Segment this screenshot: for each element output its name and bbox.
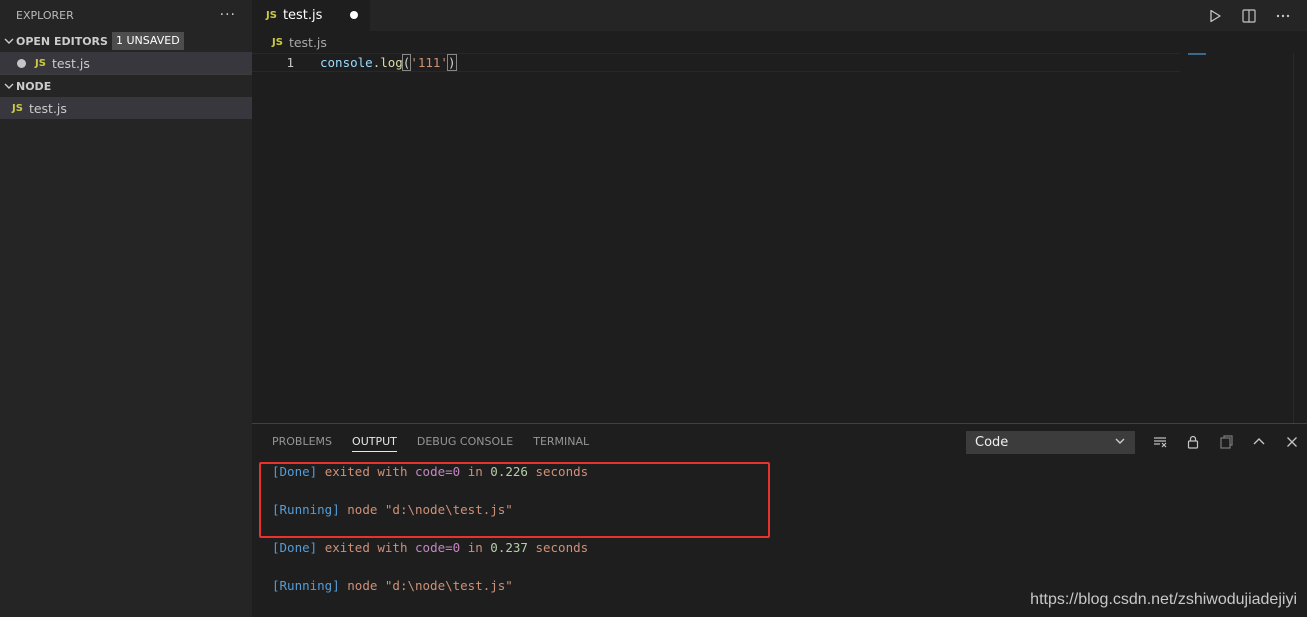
log-exit-code: code=0: [415, 540, 461, 555]
open-editors-label: OPEN EDITORS: [16, 34, 108, 48]
tab-debug-console[interactable]: DEBUG CONSOLE: [417, 424, 513, 459]
line-number: 1: [286, 55, 294, 70]
editor-actions: [1203, 0, 1307, 31]
code-line[interactable]: 1 console.log('111'): [252, 53, 1180, 72]
output-channel-select[interactable]: Code: [966, 431, 1135, 454]
breadcrumb[interactable]: JS test.js: [252, 31, 1307, 53]
token-string: '111': [410, 55, 448, 70]
tab-terminal[interactable]: TERMINAL: [533, 424, 589, 459]
output-line: [Running] node "d:\node\test.js": [272, 577, 513, 595]
open-editors-section[interactable]: OPEN EDITORS 1 UNSAVED: [0, 30, 252, 52]
log-status: [Done]: [272, 464, 318, 479]
code-text[interactable]: console.log('111'): [320, 54, 457, 71]
lock-icon[interactable]: [1181, 430, 1205, 454]
log-text: exited with: [324, 540, 408, 555]
log-command: node "d:\node\test.js": [347, 502, 513, 517]
unsaved-dot-icon[interactable]: [17, 58, 26, 68]
file-tree-filename: test.js: [28, 100, 67, 116]
explorer-title: EXPLORER: [16, 8, 74, 22]
code-editor[interactable]: 1 console.log('111'): [252, 53, 1307, 423]
breadcrumb-file[interactable]: test.js: [289, 35, 327, 50]
file-tree-item[interactable]: JS test.js: [0, 97, 252, 119]
js-file-icon: JS: [12, 102, 23, 114]
js-file-icon: JS: [35, 57, 46, 69]
editor-tab-test-js[interactable]: JS test.js: [252, 0, 370, 31]
chevron-down-icon: [1114, 435, 1126, 451]
explorer-header: EXPLORER ···: [0, 0, 252, 30]
log-duration: 0.226: [490, 464, 528, 479]
log-status: [Running]: [272, 578, 340, 593]
log-text: in: [467, 464, 483, 479]
tab-problems[interactable]: PROBLEMS: [272, 424, 332, 459]
panel-actions: [1148, 430, 1304, 454]
unsaved-badge: 1 UNSAVED: [111, 32, 184, 50]
more-actions-icon[interactable]: ···: [220, 7, 236, 23]
log-command: node "d:\node\test.js": [347, 578, 513, 593]
editor-tab-bar: JS test.js: [252, 0, 1307, 31]
bottom-panel: PROBLEMS OUTPUT DEBUG CONSOLE TERMINAL C…: [252, 423, 1307, 617]
open-editor-filename: test.js: [51, 55, 90, 71]
log-status: [Running]: [272, 502, 340, 517]
output-line: [Done] exited with code=0 in 0.226 secon…: [272, 463, 588, 481]
editor-scrollbar[interactable]: [1293, 53, 1307, 423]
chevron-down-icon: [2, 36, 16, 46]
log-text: seconds: [535, 540, 589, 555]
log-exit-code: code=0: [415, 464, 461, 479]
unsaved-dot-icon[interactable]: [350, 11, 358, 19]
clear-output-icon[interactable]: [1148, 430, 1172, 454]
log-text: seconds: [535, 464, 589, 479]
explorer-sidebar: EXPLORER ··· OPEN EDITORS 1 UNSAVED JS t…: [0, 0, 252, 617]
chevron-down-icon: [2, 81, 16, 91]
maximize-panel-icon[interactable]: [1247, 430, 1271, 454]
open-editor-item[interactable]: JS test.js: [0, 52, 252, 74]
more-actions-icon[interactable]: [1271, 4, 1295, 28]
token-paren-close: ): [447, 54, 457, 71]
tab-output[interactable]: OUTPUT: [352, 424, 397, 459]
open-log-file-icon[interactable]: [1214, 430, 1238, 454]
log-text: exited with: [324, 464, 408, 479]
minimap[interactable]: [1188, 53, 1206, 55]
output-line: [Running] node "d:\node\test.js": [272, 501, 513, 519]
editor-group: JS test.js JS test.js 1 console.log('111…: [252, 0, 1307, 423]
js-file-icon: JS: [272, 36, 283, 48]
js-file-icon: JS: [266, 10, 277, 21]
split-editor-icon[interactable]: [1237, 4, 1261, 28]
tab-label: test.js: [282, 8, 323, 23]
watermark: https://blog.csdn.net/zshiwodujiadejiyi: [1030, 591, 1297, 608]
close-icon[interactable]: [1280, 430, 1304, 454]
panel-header: PROBLEMS OUTPUT DEBUG CONSOLE TERMINAL C…: [252, 424, 1307, 459]
folder-label: NODE: [16, 79, 52, 93]
log-text: in: [467, 540, 483, 555]
log-duration: 0.237: [490, 540, 528, 555]
output-line: [Done] exited with code=0 in 0.237 secon…: [272, 539, 588, 557]
run-icon[interactable]: [1203, 4, 1227, 28]
log-status: [Done]: [272, 540, 318, 555]
token-object: console: [320, 55, 373, 70]
token-method: log: [380, 55, 403, 70]
folder-section[interactable]: NODE: [0, 75, 252, 97]
output-channel-value: Code: [975, 435, 1009, 450]
